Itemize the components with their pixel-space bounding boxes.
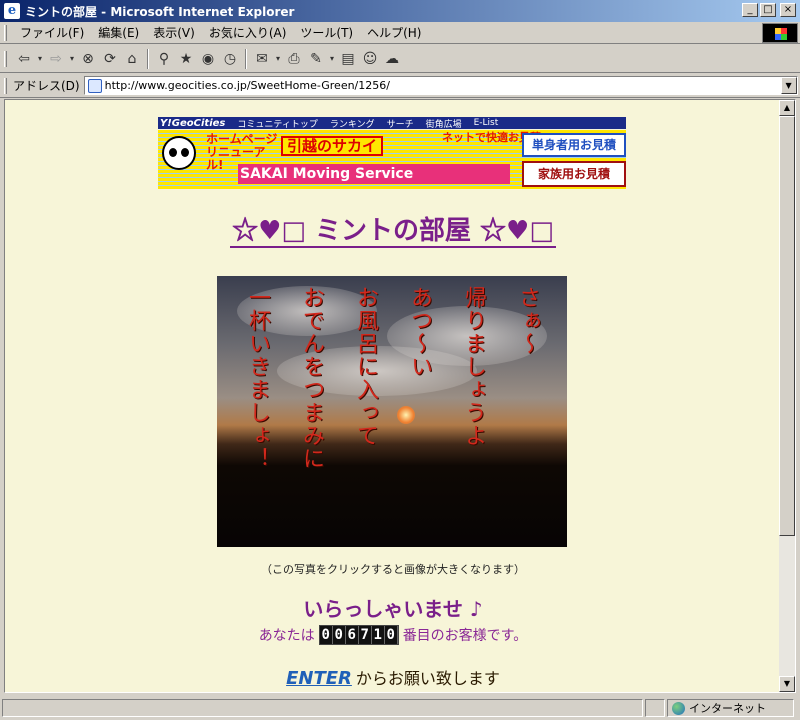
counter-digit: 1	[371, 626, 385, 644]
page-title-text: ☆♥□ ミントの部屋 ☆♥□	[230, 216, 556, 248]
visitor-suffix: 番目のお客様です。	[402, 628, 528, 644]
poem-line: さぁ～	[515, 286, 540, 355]
mail-icon[interactable]: ✉	[252, 49, 272, 69]
counter-digit: 0	[332, 626, 346, 644]
messenger-icon[interactable]: ☺	[360, 49, 380, 69]
address-url[interactable]: http://www.geocities.co.jp/SweetHome-Gre…	[105, 79, 390, 92]
maximize-button[interactable]: □	[760, 3, 776, 17]
browser-viewport: Y!GeoCities コミュニティトップ ランキング サーチ 街角広場 E-L…	[4, 99, 796, 693]
security-zone: インターネット	[667, 699, 794, 717]
scroll-down-button[interactable]: ▼	[779, 676, 795, 692]
menu-bar: ファイル(F) 編集(E) 表示(V) お気に入り(A) ツール(T) ヘルプ(…	[0, 22, 800, 44]
scroll-up-button[interactable]: ▲	[779, 100, 795, 116]
home-icon[interactable]: ⌂	[122, 49, 142, 69]
visitor-counter-line: あなたは 006710 番目のお客様です。	[5, 625, 781, 645]
visitor-prefix: あなたは	[258, 628, 315, 644]
zone-label: インターネット	[689, 702, 766, 715]
banner-nav-elist[interactable]: E-List	[474, 118, 499, 128]
ie-page-icon: e	[4, 3, 20, 19]
research-icon[interactable]: ☁	[382, 49, 402, 69]
family-estimate-button[interactable]: 家族用お見積	[522, 161, 626, 187]
hit-counter: 006710	[318, 625, 399, 645]
back-icon[interactable]: ⇦	[14, 49, 34, 69]
poem-line: 帰りましょうよ	[461, 286, 486, 447]
toolbar-separator	[147, 48, 149, 69]
poem-line: あつ～い	[407, 286, 432, 378]
status-cell	[645, 699, 665, 717]
toolbar-separator	[245, 48, 247, 69]
chevron-down-icon[interactable]: ▾	[328, 49, 336, 69]
banner-nav-search[interactable]: サーチ	[387, 117, 414, 130]
media-icon[interactable]: ◉	[198, 49, 218, 69]
geocities-banner[interactable]: Y!GeoCities コミュニティトップ ランキング サーチ 街角広場 E-L…	[158, 117, 626, 189]
counter-digit: 7	[358, 626, 372, 644]
status-bar: インターネット	[0, 696, 800, 720]
menu-tools[interactable]: ツール(T)	[293, 24, 360, 41]
chevron-down-icon[interactable]: ▾	[68, 49, 76, 69]
menu-edit[interactable]: 編集(E)	[91, 24, 146, 41]
print-icon[interactable]: ⎙	[284, 49, 304, 69]
close-button[interactable]: ×	[780, 3, 796, 17]
refresh-icon[interactable]: ⟳	[100, 49, 120, 69]
photo-caption: （この写真をクリックすると画像が大きくなります）	[261, 563, 525, 576]
menu-file[interactable]: ファイル(F)	[13, 24, 91, 41]
history-icon[interactable]: ◷	[220, 49, 240, 69]
counter-digit: 0	[319, 626, 333, 644]
ad-company-text: 引越のサカイ	[281, 136, 384, 156]
address-label: アドレス(D)	[13, 79, 80, 93]
scrollbar-thumb[interactable]	[779, 116, 795, 536]
ad-service-text: SAKAI Moving Service	[238, 164, 510, 184]
sunset-photo[interactable]: さぁ～ 帰りましょうよ あつ～い お風呂に入って おでんをつまみに 一杯いきまし…	[217, 276, 567, 547]
banner-nav-plaza[interactable]: 街角広場	[426, 117, 462, 130]
welcome-text: いらっしゃいませ ♪	[303, 597, 483, 621]
poem-line: お風呂に入って	[353, 286, 378, 447]
toolbar-grip[interactable]	[4, 50, 7, 67]
minimize-button[interactable]: _	[742, 3, 758, 17]
standard-toolbar: ⇦ ▾ ⇨ ▾ ⊗ ⟳ ⌂ ⚲ ★ ◉ ◷ ✉ ▾ ⎙ ✎ ▾ ▤ ☺ ☁	[0, 45, 800, 73]
page-content: Y!GeoCities コミュニティトップ ランキング サーチ 街角広場 E-L…	[5, 100, 781, 692]
ad-banner[interactable]: ホームページリニューアル! 引越のサカイ ネットで快適お見積! SAKAI Mo…	[158, 130, 626, 189]
address-bar: アドレス(D) http://www.geocities.co.jp/Sweet…	[0, 74, 800, 98]
window-title: ミントの部屋 - Microsoft Internet Explorer	[25, 4, 295, 19]
globe-icon	[672, 701, 685, 715]
chevron-down-icon[interactable]: ▾	[274, 49, 282, 69]
enter-link[interactable]: ENTER	[286, 668, 352, 689]
search-icon[interactable]: ⚲	[154, 49, 174, 69]
geocities-logo[interactable]: Y!GeoCities	[160, 118, 225, 129]
poem-line: おでんをつまみに	[299, 286, 324, 470]
address-dropdown-button[interactable]: ▼	[780, 77, 797, 94]
counter-digit: 0	[384, 626, 398, 644]
status-text	[2, 699, 643, 717]
stop-icon[interactable]: ⊗	[78, 49, 98, 69]
banner-nav: Y!GeoCities コミュニティトップ ランキング サーチ 街角広場 E-L…	[158, 117, 626, 130]
banner-nav-community[interactable]: コミュニティトップ	[237, 117, 317, 130]
forward-icon[interactable]: ⇨	[46, 49, 66, 69]
chevron-down-icon[interactable]: ▾	[36, 49, 44, 69]
windows-logo-icon	[762, 23, 798, 43]
favorites-icon[interactable]: ★	[176, 49, 196, 69]
page-title: ☆♥□ ミントの部屋 ☆♥□	[5, 210, 781, 248]
poem-line: 一杯いきましょ！	[245, 286, 270, 470]
menu-help[interactable]: ヘルプ(H)	[360, 24, 428, 41]
title-bar: e ミントの部屋 - Microsoft Internet Explorer _…	[0, 0, 800, 22]
discuss-icon[interactable]: ▤	[338, 49, 358, 69]
toolbar-grip[interactable]	[4, 77, 7, 94]
banner-nav-ranking[interactable]: ランキング	[330, 117, 375, 130]
toolbar-grip[interactable]	[4, 24, 7, 41]
panda-icon	[162, 136, 196, 170]
enter-suffix: からお願い致します	[355, 669, 500, 688]
single-estimate-button[interactable]: 単身者用お見積	[522, 133, 626, 157]
address-input[interactable]: http://www.geocities.co.jp/SweetHome-Gre…	[83, 76, 798, 95]
enter-line: ENTER からお願い致します	[5, 665, 781, 689]
menu-favorites[interactable]: お気に入り(A)	[202, 24, 294, 41]
menu-view[interactable]: 表示(V)	[146, 24, 202, 41]
photo-poem: さぁ～ 帰りましょうよ あつ～い お風呂に入って おでんをつまみに 一杯いきまし…	[217, 276, 567, 547]
vertical-scrollbar[interactable]: ▲ ▼	[779, 100, 795, 692]
counter-digit: 6	[345, 626, 359, 644]
edit-icon[interactable]: ✎	[306, 49, 326, 69]
page-icon	[87, 78, 102, 93]
